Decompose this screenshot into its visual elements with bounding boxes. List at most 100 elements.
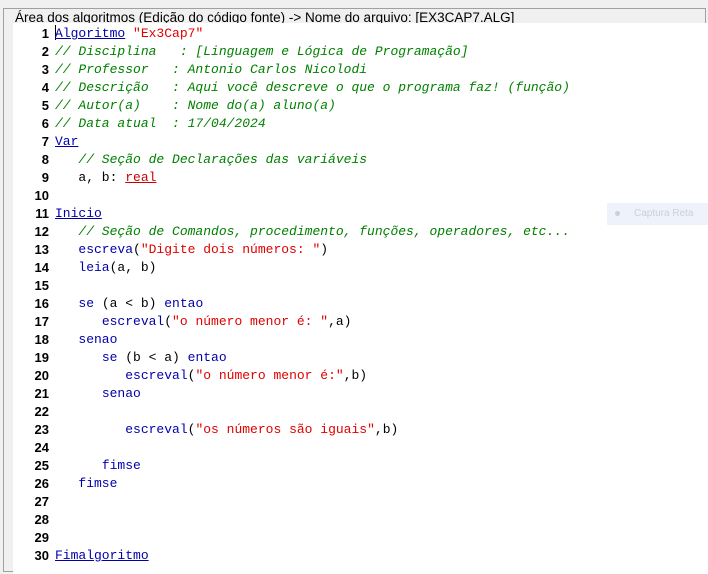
code-token: ( (133, 242, 141, 257)
code-token: fimse (101, 458, 141, 473)
code-line[interactable]: 16 se (a < b) entao (13, 295, 708, 313)
code-text: senao (55, 385, 141, 403)
code-token: escreval (101, 314, 165, 329)
code-line[interactable]: 9 a, b: real (13, 169, 708, 187)
code-token: real (125, 170, 157, 185)
code-text: se (b < a) entao (55, 349, 227, 367)
code-line[interactable]: 21 senao (13, 385, 708, 403)
line-number: 6 (41, 116, 49, 131)
code-line[interactable]: 2 // Disciplina : [Linguagem e Lógica de … (13, 43, 708, 61)
code-token: entao (164, 296, 204, 311)
code-token: ,b) (343, 368, 368, 383)
line-number: 11 (35, 206, 49, 221)
code-token: "o número menor é:" (195, 368, 344, 383)
code-line[interactable]: 5 // Autor(a) : Nome do(a) aluno(a) (13, 97, 708, 115)
line-number: 9 (41, 170, 49, 185)
code-text: // Descrição : Aqui você descreve o que … (55, 79, 570, 97)
code-editor[interactable]: 1 Algoritmo "Ex3Cap7" 2 // Disciplina : [Li… (13, 23, 708, 574)
code-text: // Seção de Comandos, procedimento, funç… (55, 223, 569, 241)
code-line[interactable]: 1 Algoritmo "Ex3Cap7" (13, 25, 708, 43)
line-number: 22 (34, 404, 49, 419)
code-line[interactable]: 23 escreval("os números são iguais",b) (13, 421, 708, 439)
code-text: // Autor(a) : Nome do(a) aluno(a) (55, 97, 336, 115)
line-number: 20 (34, 368, 49, 383)
line-number: 27 (34, 494, 49, 509)
code-token: // Autor(a) : Nome do(a) aluno(a) (55, 98, 336, 113)
code-token: fimse (78, 476, 118, 491)
code-token: (a, b) (109, 260, 157, 275)
line-number: 12 (34, 224, 49, 239)
code-line[interactable]: 13 escreva("Digite dois números: ") (13, 241, 708, 259)
code-token: Inicio (55, 206, 102, 221)
code-text: // Data atual : 17/04/2024 (55, 115, 266, 133)
code-token: ,a) (328, 314, 352, 329)
code-text: fimse (55, 475, 117, 493)
code-text: Fimalgoritmo (55, 547, 149, 565)
code-line[interactable]: 15 (13, 277, 708, 295)
code-line[interactable]: 30 Fimalgoritmo (13, 547, 708, 565)
code-line[interactable]: 17 escreval("o número menor é: ",a) (13, 313, 708, 331)
code-line[interactable]: 20 escreval("o número menor é:",b) (13, 367, 708, 385)
code-line[interactable]: 4 // Descrição : Aqui você descreve o que… (13, 79, 708, 97)
capture-label: Captura Reta (634, 208, 694, 219)
code-text: Var (55, 133, 78, 151)
code-token: escreval (125, 422, 188, 437)
line-number: 14 (34, 260, 49, 275)
code-token: Var (55, 134, 79, 149)
code-line[interactable]: 19 se (b < a) entao (13, 349, 708, 367)
line-number: 25 (34, 458, 49, 473)
code-token: // Professor : Antonio Carlos Nicolodi (55, 62, 368, 77)
code-line[interactable]: 22 (13, 403, 708, 421)
code-line[interactable]: 24 (13, 439, 708, 457)
code-line[interactable]: 12 // Seção de Comandos, procedimento, f… (13, 223, 708, 241)
code-token: se (101, 350, 118, 365)
code-line[interactable]: 27 (13, 493, 708, 511)
code-line[interactable]: 7 Var (13, 133, 708, 151)
code-line[interactable]: 18 senao (13, 331, 708, 349)
code-text: Inicio (55, 205, 102, 223)
line-number: 19 (34, 350, 49, 365)
code-token: ,b) (374, 422, 399, 437)
code-text: a, b: real (55, 169, 156, 187)
code-line[interactable]: 14 leia(a, b) (13, 259, 708, 277)
code-line[interactable]: 6 // Data atual : 17/04/2024 (13, 115, 708, 133)
line-number: 8 (41, 152, 49, 167)
code-line[interactable]: 3 // Professor : Antonio Carlos Nicolodi (13, 61, 708, 79)
code-text: // Professor : Antonio Carlos Nicolodi (55, 61, 367, 79)
code-text: senao (55, 331, 117, 349)
code-token: leia (78, 260, 110, 275)
code-token: "os números são iguais" (195, 422, 375, 437)
code-text: escreval("os números são iguais",b) (55, 421, 398, 439)
code-text: escreval("o número menor é:",b) (55, 367, 367, 385)
capture-dot-icon (615, 210, 620, 216)
line-number: 4 (41, 80, 49, 95)
code-line[interactable]: 8 // Seção de Declarações das variáveis (13, 151, 708, 169)
line-number: 29 (34, 530, 49, 545)
code-line[interactable]: 29 (13, 529, 708, 547)
code-text: // Disciplina : [Linguagem e Lógica de P… (55, 43, 468, 61)
line-number: 16 (34, 296, 49, 311)
code-token: (a < b) (94, 296, 165, 311)
code-text: fimse (55, 457, 141, 475)
code-line[interactable]: 26 fimse (13, 475, 708, 493)
code-line[interactable]: 28 (13, 511, 708, 529)
line-number: 13 (34, 242, 49, 257)
code-token: escreva (78, 242, 134, 257)
line-number: 18 (34, 332, 49, 347)
line-number: 26 (34, 476, 49, 491)
code-line[interactable]: 25 fimse (13, 457, 708, 475)
code-token: "o número menor é: " (172, 314, 329, 329)
code-token: senao (101, 386, 141, 401)
code-line[interactable]: 11 Inicio (13, 205, 708, 223)
code-line[interactable]: 10 (13, 187, 708, 205)
code-token: senao (78, 332, 118, 347)
code-text: Algoritmo "Ex3Cap7" (55, 25, 203, 43)
